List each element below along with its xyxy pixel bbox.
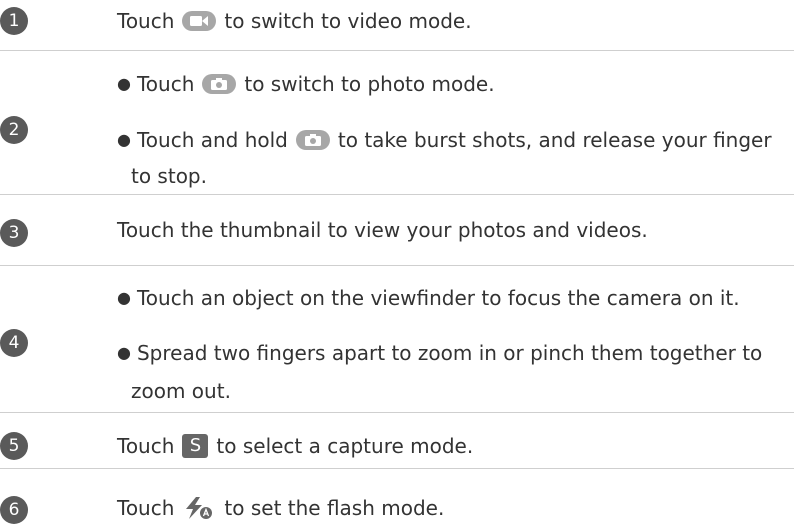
- row-4-bullet-2: ● Spread two fingers apart to zoom in or…: [117, 341, 763, 365]
- row-5: 5 Touch S to select a capture mode.: [0, 413, 794, 468]
- number-badge-5: 5: [0, 432, 28, 460]
- row-5-text: Touch S to select a capture mode.: [117, 434, 474, 458]
- bullet-icon: ●: [117, 288, 131, 307]
- row-1-text: Touch to switch to video mode.: [117, 9, 472, 33]
- row-1: 1 Touch to switch to video mode.: [0, 0, 794, 50]
- video-camera-icon: [182, 11, 217, 31]
- row-2-bullet-2-cont: to stop.: [131, 164, 207, 188]
- bullet-icon: ●: [117, 130, 131, 149]
- row-2: 2 ● Touch to switch to photo mode. ● Tou…: [0, 51, 794, 194]
- flash-auto-icon: [182, 496, 216, 520]
- row-2-bullet-1: ● Touch to switch to photo mode.: [117, 72, 495, 96]
- number-badge-1: 1: [0, 7, 28, 35]
- row-4: 4 ● Touch an object on the viewfinder to…: [0, 266, 794, 412]
- number-badge-2: 2: [0, 116, 28, 144]
- row-2-bullet-2: ● Touch and hold to take burst shots, an…: [117, 128, 772, 152]
- row-4-bullet-1: ● Touch an object on the viewfinder to f…: [117, 286, 740, 310]
- capture-mode-icon: S: [182, 434, 209, 458]
- photo-camera-icon: [295, 130, 330, 150]
- row-6: 6 Touch to set the flash mode.: [0, 469, 794, 524]
- bullet-icon: ●: [117, 343, 131, 362]
- photo-camera-icon: [202, 74, 237, 94]
- number-badge-3: 3: [0, 219, 28, 247]
- number-badge-4: 4: [0, 329, 28, 357]
- row-4-bullet-2-cont: zoom out.: [131, 379, 231, 403]
- row-6-text: Touch to set the flash mode.: [117, 496, 445, 520]
- bullet-icon: ●: [117, 74, 131, 93]
- number-badge-6: 6: [0, 496, 28, 524]
- row-3-text: Touch the thumbnail to view your photos …: [117, 218, 648, 242]
- row-3: 3 Touch the thumbnail to view your photo…: [0, 195, 794, 265]
